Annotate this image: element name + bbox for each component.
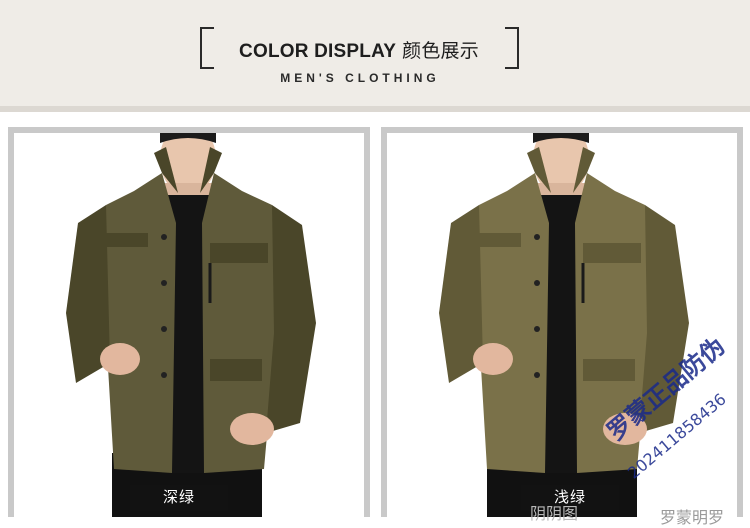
product-photo [387, 133, 737, 517]
product-panel-light-green[interactable]: 浅绿 [381, 127, 743, 517]
color-label: 深绿 [130, 485, 228, 511]
subtitle: MEN'S CLOTHING [280, 71, 440, 85]
bracket-left [200, 27, 214, 69]
product-panel-dark-green[interactable]: 深绿 [8, 127, 370, 517]
bracket-right [505, 27, 519, 69]
jacket-illustration [387, 133, 737, 517]
page-title: COLOR DISPLAY 颜色展示 [215, 36, 503, 63]
jacket-illustration [14, 133, 364, 517]
header-banner: COLOR DISPLAY 颜色展示 MEN'S CLOTHING [0, 0, 750, 112]
watermark-faint: 阴阴图 [530, 504, 579, 523]
watermark-faint-2: 罗蒙明罗 [660, 508, 725, 527]
title-en: COLOR DISPLAY [239, 41, 397, 62]
product-photo [14, 133, 364, 517]
title-cn: 颜色展示 [402, 41, 479, 62]
